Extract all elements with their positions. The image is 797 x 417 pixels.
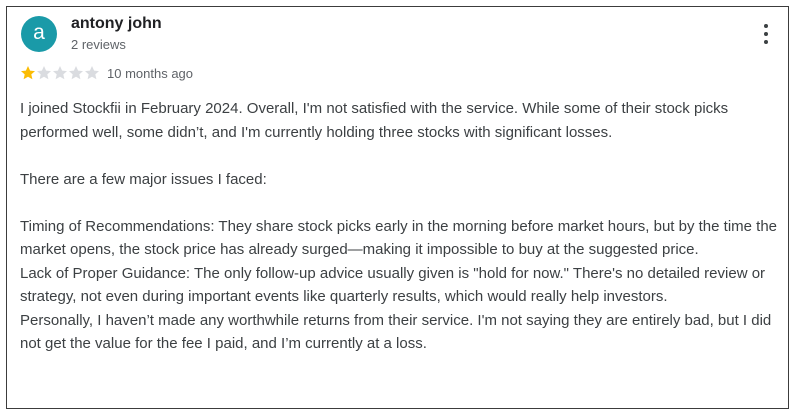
review-paragraph: I joined Stockfii in February 2024. Over…	[20, 100, 729, 141]
star-icon	[36, 65, 52, 81]
star-icon	[20, 65, 36, 81]
star-rating	[20, 65, 100, 81]
review-paragraph: Timing of Recommendations: They share st…	[20, 217, 778, 259]
author-name[interactable]: antony john	[71, 15, 162, 33]
review-paragraph: Personally, I haven’t made any worthwhil…	[20, 311, 772, 353]
review-paragraph: There are a few major issues I faced:	[20, 170, 267, 188]
review-card: a antony john 2 reviews 10 months ago I …	[6, 6, 789, 409]
avatar[interactable]: a	[21, 16, 57, 52]
review-time: 10 months ago	[107, 66, 194, 81]
star-icon	[68, 65, 84, 81]
star-icon	[84, 65, 100, 81]
star-icon	[52, 65, 68, 81]
review-text: I joined Stockfii in February 2024. Over…	[20, 97, 780, 356]
more-options-button[interactable]	[760, 23, 772, 47]
review-paragraph: Lack of Proper Guidance: The only follow…	[20, 264, 766, 306]
author-review-count[interactable]: 2 reviews	[71, 37, 126, 52]
